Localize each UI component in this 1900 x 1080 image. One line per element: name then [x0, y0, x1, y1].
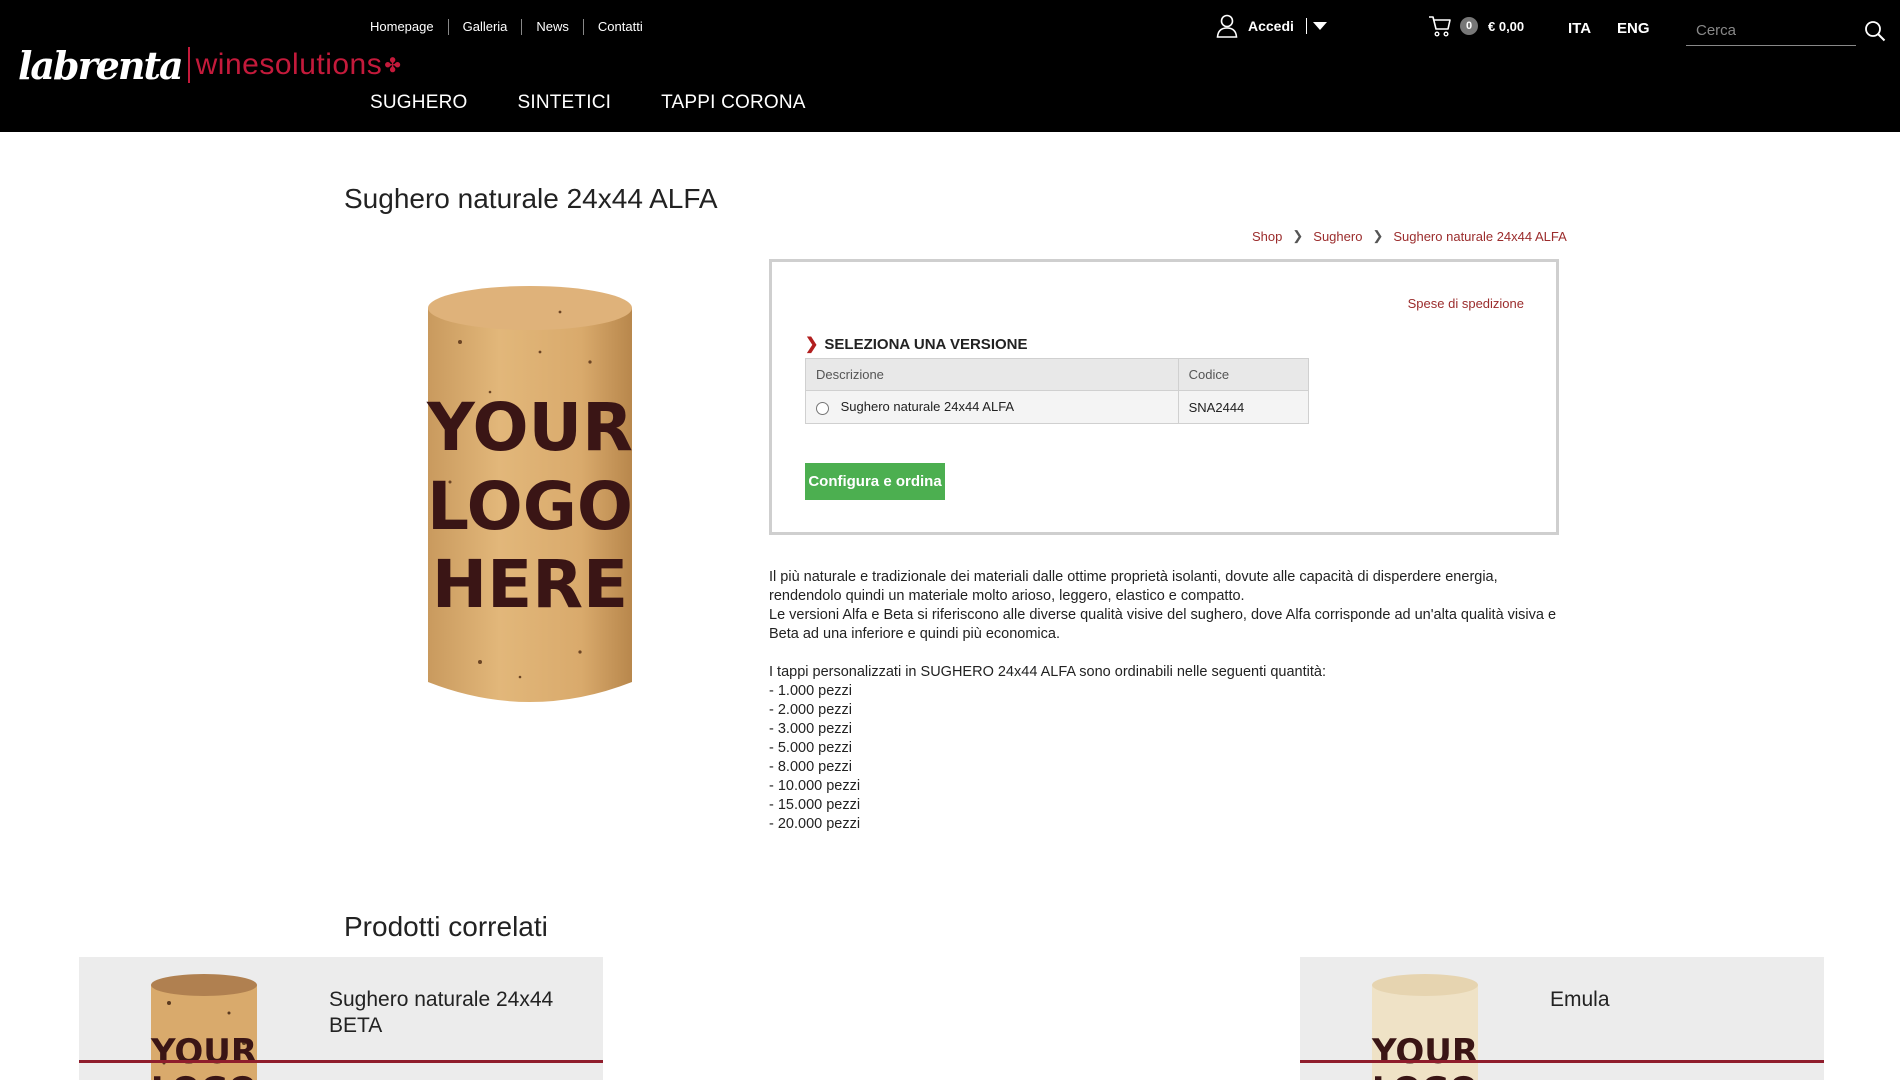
version-radio[interactable] — [816, 401, 829, 415]
svg-text:LOGO: LOGO — [1372, 1070, 1478, 1080]
cart-icon — [1429, 16, 1451, 37]
quantity-item: - 8.000 pezzi — [769, 759, 853, 775]
quantity-item: - 10.000 pezzi — [769, 778, 861, 794]
nav-link-news[interactable]: News — [521, 19, 583, 35]
quantities-intro: I tappi personalizzati in SUGHERO 24x44 … — [769, 664, 1326, 680]
description-paragraph: Le versioni Alfa e Beta si riferiscono a… — [769, 607, 1557, 642]
quantity-item: - 20.000 pezzi — [769, 816, 861, 832]
version-title-label: SELEZIONA UNA VERSIONE — [824, 335, 1028, 353]
chevron-right-icon: ❯ — [805, 336, 819, 353]
svg-text:LOGO: LOGO — [151, 1070, 257, 1080]
related-product-card[interactable]: YOUR LOGO Emula — [1300, 957, 1824, 1080]
site-header: labrenta winesolutions ✤ Homepage Galler… — [0, 0, 1900, 132]
version-title: ❯ SELEZIONA UNA VERSIONE — [805, 334, 1028, 354]
account-menu[interactable]: Accedi — [1216, 14, 1327, 38]
logo-placeholder-text: YOUR LOGO HERE — [426, 389, 633, 623]
quantity-item: - 3.000 pezzi — [769, 721, 853, 737]
description-paragraph: Il più naturale e tradizionale dei mater… — [769, 569, 1498, 604]
nav-link-contatti[interactable]: Contatti — [582, 19, 657, 35]
main-nav-sughero[interactable]: SUGHERO — [370, 92, 467, 114]
brand-logo[interactable]: labrenta winesolutions ✤ — [18, 40, 401, 90]
product-image: YOUR LOGO HERE — [420, 282, 640, 712]
related-product-image: YOUR LOGO — [1371, 974, 1478, 1080]
nav-link-galleria[interactable]: Galleria — [447, 19, 522, 35]
image-text-line-3: HERE — [432, 546, 628, 623]
main-nav: SUGHERO SINTETICI TAPPI CORONA — [370, 92, 856, 114]
search-input[interactable] — [1686, 16, 1856, 46]
chevron-down-icon[interactable] — [1312, 22, 1327, 30]
login-label[interactable]: Accedi — [1248, 18, 1294, 34]
page-title: Sughero naturale 24x44 ALFA — [344, 183, 718, 214]
grape-icon: ✤ — [384, 54, 402, 77]
related-product-card[interactable]: YOUR LOGO Sughero naturale 24x44 BETA — [79, 957, 603, 1080]
main-nav-sintetici[interactable]: SINTETICI — [517, 92, 611, 114]
chevron-right-icon: ❯ — [1292, 228, 1304, 243]
svg-text:YOUR: YOUR — [150, 1032, 257, 1072]
image-text-line-1: YOUR — [426, 389, 633, 466]
configure-order-button[interactable]: Configura e ordina — [805, 463, 945, 500]
version-description-cell: Sughero naturale 24x44 ALFA — [805, 390, 1179, 424]
language-ita[interactable]: ITA — [1568, 20, 1591, 37]
product-description: Il più naturale e tradizionale dei mater… — [769, 568, 1569, 834]
cart-count-badge: 0 — [1460, 17, 1478, 35]
image-text-line-2: LOGO — [427, 468, 633, 545]
related-products-title: Prodotti correlati — [344, 911, 548, 942]
version-table: Descrizione Codice Sughero naturale 24x4… — [805, 358, 1310, 424]
breadcrumb: Shop ❯ Sughero ❯ Sughero naturale 24x44 … — [1252, 228, 1567, 244]
quantity-item: - 1.000 pezzi — [769, 683, 853, 699]
cart-total: € 0,00 — [1488, 18, 1525, 34]
shipping-costs-link[interactable]: Spese di spedizione — [1408, 296, 1524, 311]
column-header-codice: Codice — [1177, 358, 1310, 391]
top-nav: Homepage Galleria News Contatti — [370, 19, 657, 35]
breadcrumb-current: Sughero naturale 24x44 ALFA — [1393, 228, 1567, 244]
language-eng[interactable]: ENG — [1617, 20, 1650, 37]
breadcrumb-shop[interactable]: Shop — [1252, 229, 1282, 244]
logo-divider — [187, 47, 190, 83]
quantity-item: - 15.000 pezzi — [769, 797, 861, 813]
main-nav-tappi-corona[interactable]: TAPPI CORONA — [661, 92, 806, 114]
logo-primary-text: labrenta — [18, 42, 184, 88]
version-description: Sughero naturale 24x44 ALFA — [840, 399, 1015, 415]
search-icon[interactable] — [1864, 20, 1886, 42]
card-divider — [1300, 1060, 1824, 1063]
related-product-name[interactable]: Emula — [1550, 987, 1790, 1013]
column-header-descrizione: Descrizione — [805, 358, 1179, 391]
related-product-name[interactable]: Sughero naturale 24x44 BETA — [329, 987, 569, 1039]
table-row[interactable]: Sughero naturale 24x44 ALFA SNA2444 — [805, 390, 1310, 424]
account-divider — [1305, 18, 1307, 34]
card-divider — [79, 1060, 603, 1063]
related-product-image: YOUR LOGO — [150, 974, 257, 1080]
quantity-item: - 2.000 pezzi — [769, 702, 853, 718]
breadcrumb-sughero[interactable]: Sughero — [1313, 229, 1362, 244]
version-code: SNA2444 — [1177, 390, 1310, 424]
nav-link-homepage[interactable]: Homepage — [370, 19, 448, 35]
order-box: Spese di spedizione ❯ SELEZIONA UNA VERS… — [769, 259, 1559, 535]
cart-widget[interactable]: 0 € 0,00 — [1428, 15, 1524, 37]
svg-text:YOUR: YOUR — [1371, 1032, 1478, 1072]
logo-secondary-text: winesolutions — [195, 48, 383, 81]
user-icon — [1216, 14, 1238, 38]
quantity-item: - 5.000 pezzi — [769, 740, 853, 756]
search-bar — [1686, 16, 1886, 48]
chevron-right-icon: ❯ — [1372, 228, 1384, 243]
